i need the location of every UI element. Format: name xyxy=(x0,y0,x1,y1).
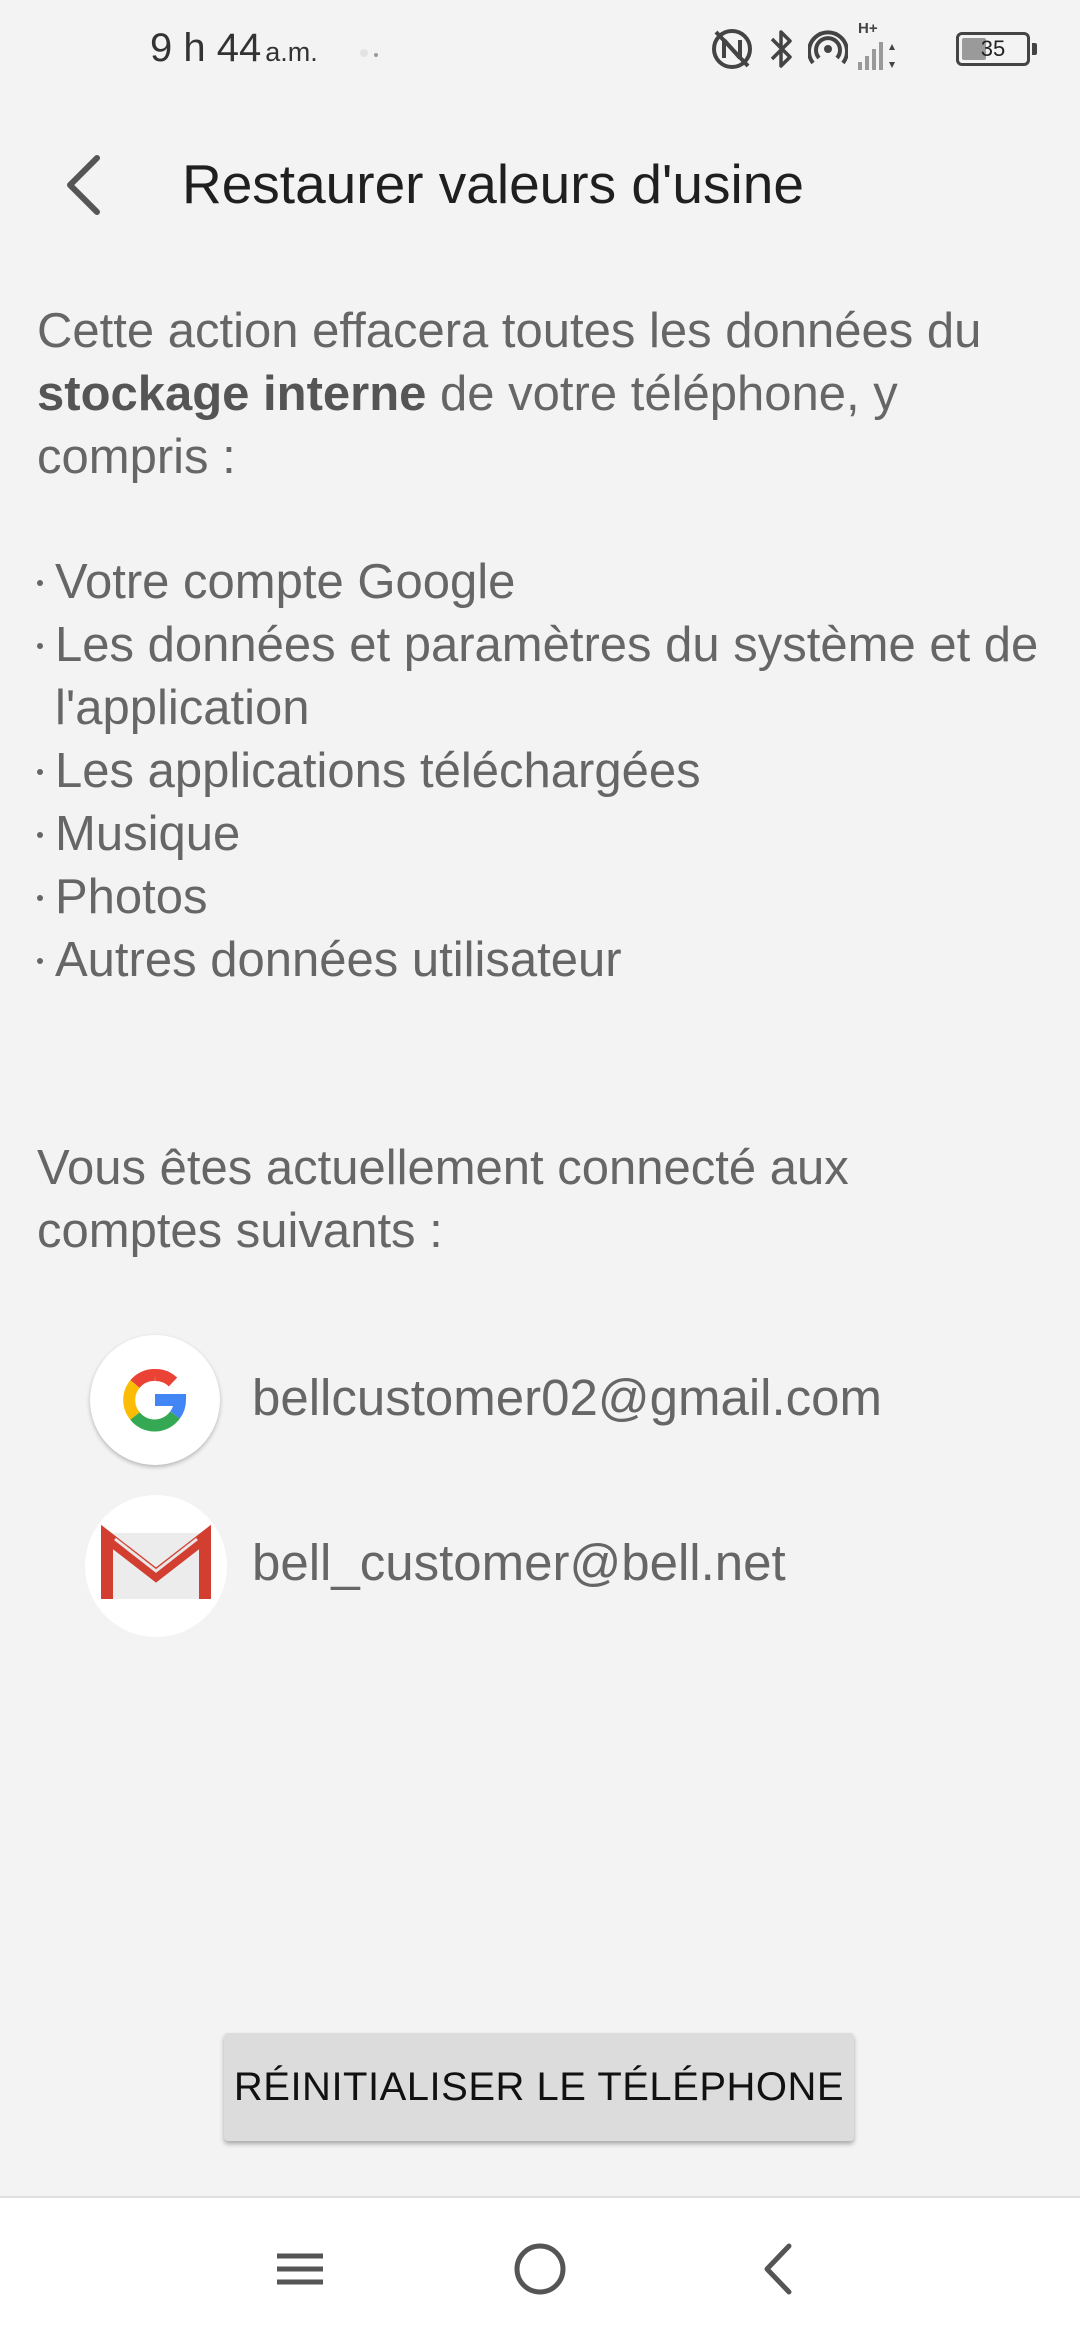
warning-text-part1: Cette action effacera toutes les données… xyxy=(37,304,982,358)
status-bar: 9 h 44 a.m. H+ 35 xyxy=(0,0,1080,100)
status-time-value: 9 h 44 xyxy=(150,26,262,70)
main-content: Cette action effacera toutes les données… xyxy=(37,300,1047,1263)
network-type: H+ xyxy=(858,20,878,37)
accounts-intro-text: Vous êtes actuellement connecté aux comp… xyxy=(37,1141,849,1258)
account-row-gmail: bell_customer@bell.net xyxy=(0,1495,1080,1637)
warning-text: Cette action effacera toutes les données… xyxy=(37,300,1047,489)
notification-dots xyxy=(360,44,384,62)
account-row-google: bellcustomer02@gmail.com xyxy=(0,1330,1080,1470)
navigation-bar xyxy=(0,2196,1080,2342)
list-item: Photos xyxy=(37,866,1047,929)
account-email: bell_customer@bell.net xyxy=(252,1534,786,1591)
nfc-icon xyxy=(712,29,752,69)
back-arrow-icon[interactable] xyxy=(50,150,120,220)
status-time-period: a.m. xyxy=(265,37,318,67)
list-item: Votre compte Google xyxy=(37,551,1047,614)
account-email: bellcustomer02@gmail.com xyxy=(252,1369,883,1426)
erased-data-list: Votre compte Google Les données et param… xyxy=(37,551,1047,992)
home-icon[interactable] xyxy=(505,2234,575,2304)
reset-phone-button[interactable]: RÉINITIALISER LE TÉLÉPHONE xyxy=(224,2033,854,2141)
list-item: Musique xyxy=(37,803,1047,866)
status-icons: H+ 35 xyxy=(710,20,1037,72)
hotspot-icon xyxy=(808,30,848,65)
list-item: Les données et paramètres du système et … xyxy=(37,614,1047,740)
status-time: 9 h 44 a.m. xyxy=(150,26,318,71)
app-bar: Restaurer valeurs d'usine xyxy=(0,120,1080,250)
google-logo-icon xyxy=(90,1335,220,1465)
bluetooth-icon xyxy=(770,30,792,68)
list-item: Les applications téléchargées xyxy=(37,740,1047,803)
battery-level: 35 xyxy=(980,36,1006,61)
list-item: Autres données utilisateur xyxy=(37,929,1047,992)
page-title: Restaurer valeurs d'usine xyxy=(182,153,804,215)
gmail-logo-icon xyxy=(85,1495,227,1637)
battery-icon: 35 xyxy=(956,32,1037,66)
back-icon[interactable] xyxy=(745,2234,815,2304)
menu-icon[interactable] xyxy=(265,2234,335,2304)
signal-icon xyxy=(858,42,895,70)
warning-text-bold: stockage interne xyxy=(37,367,427,421)
